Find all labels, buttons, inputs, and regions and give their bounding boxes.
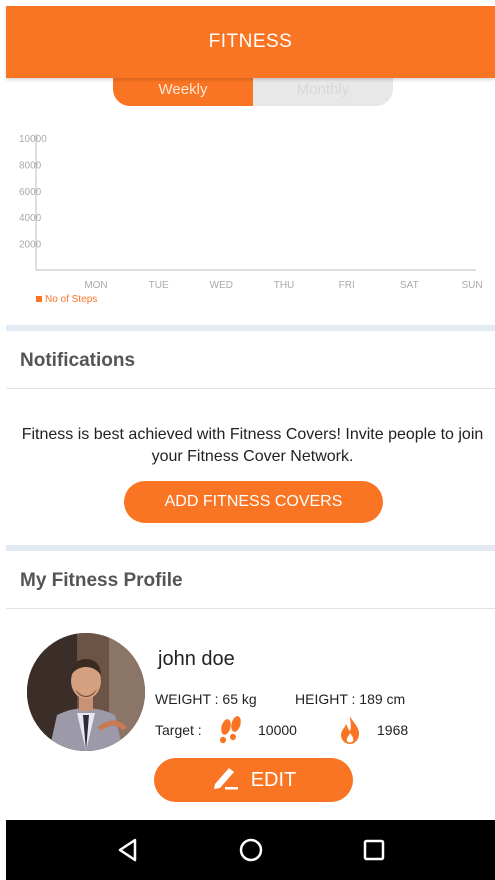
- x-tick-label: TUE: [149, 280, 169, 291]
- section-separator: [6, 545, 495, 551]
- y-tick-label: 4000: [19, 213, 42, 224]
- legend-swatch: [36, 296, 42, 302]
- calories-target-value: 1968: [377, 722, 409, 738]
- app-header: FITNESS: [6, 6, 495, 78]
- system-navigation-bar: [6, 820, 495, 880]
- home-icon[interactable]: [233, 832, 269, 868]
- y-tick-label: 10000: [19, 134, 47, 145]
- fitness-profile-title: My Fitness Profile: [6, 553, 495, 609]
- y-tick-label: 2000: [19, 240, 42, 251]
- recents-icon[interactable]: [356, 832, 392, 868]
- back-icon[interactable]: [110, 832, 146, 868]
- height-value: HEIGHT : 189 cm: [295, 691, 406, 707]
- profile-name: john doe: [158, 648, 235, 670]
- target-label: Target :: [155, 722, 202, 738]
- x-tick-label: SAT: [400, 280, 419, 291]
- avatar[interactable]: [27, 633, 145, 751]
- y-tick-label: 6000: [19, 187, 42, 198]
- x-tick-label: WED: [210, 280, 233, 291]
- section-separator: [6, 325, 495, 331]
- steps-chart: 10000 8000 6000 4000 2000 MON TUE WED THU FRI SAT S…: [6, 118, 495, 318]
- weight-value: WEIGHT : 65 kg: [155, 691, 257, 707]
- notification-message: Fitness is best achieved with Fitness Co…: [21, 426, 484, 465]
- footprints-icon: [217, 715, 245, 750]
- x-tick-label: MON: [84, 280, 107, 291]
- steps-target-value: 10000: [258, 722, 297, 738]
- y-tick-label: 8000: [19, 160, 42, 171]
- add-fitness-covers-button[interactable]: ADD FITNESS COVERS: [124, 481, 383, 523]
- pencil-icon: [211, 764, 239, 796]
- legend-label: No of Steps: [45, 294, 97, 305]
- edit-button-label: EDIT: [250, 768, 297, 791]
- edit-profile-button[interactable]: EDIT: [154, 758, 353, 802]
- x-tick-label: FRI: [339, 280, 355, 291]
- notifications-title: Notifications: [6, 333, 495, 389]
- x-tick-label: SUN: [461, 280, 482, 291]
- page-title: FITNESS: [208, 31, 293, 52]
- flame-icon: [339, 715, 361, 750]
- x-tick-label: THU: [274, 280, 295, 291]
